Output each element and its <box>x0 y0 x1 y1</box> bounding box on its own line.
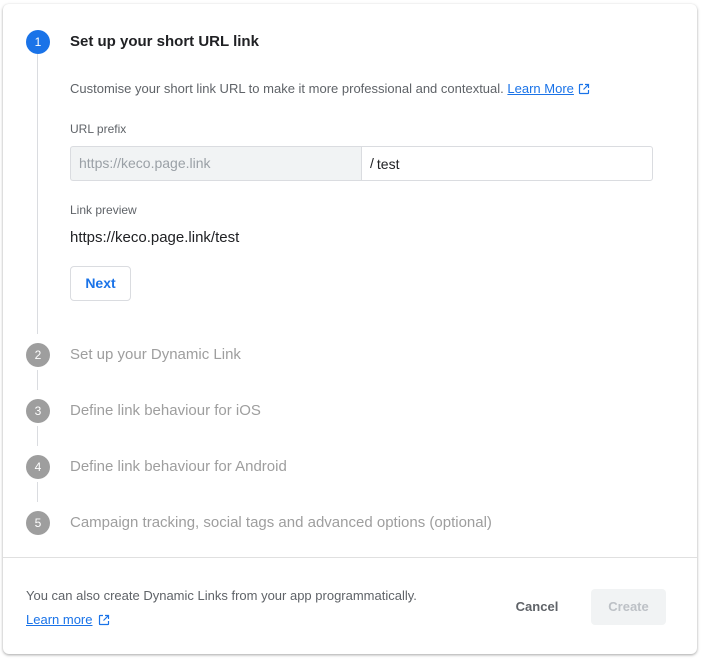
step-4-title[interactable]: Define link behaviour for Android <box>70 458 287 475</box>
link-preview-label: Link preview <box>70 203 137 217</box>
external-link-icon[interactable] <box>98 614 110 626</box>
external-link-icon[interactable] <box>578 83 590 95</box>
footer-learn-more-label[interactable]: Learn more <box>26 612 92 627</box>
url-suffix-input[interactable] <box>376 155 637 172</box>
step-1-description: Customise your short link URL to make it… <box>70 81 590 96</box>
cancel-button[interactable]: Cancel <box>501 596 573 618</box>
step-5-indicator: 5 <box>26 511 50 535</box>
step-4-indicator: 4 <box>26 455 50 479</box>
create-dynamic-link-dialog: 1 Set up your short URL link Customise y… <box>3 4 697 654</box>
footer-divider <box>3 557 697 558</box>
step-2-title[interactable]: Set up your Dynamic Link <box>70 346 241 363</box>
step-5-title[interactable]: Campaign tracking, social tags and advan… <box>70 514 492 531</box>
step-connector <box>37 370 38 390</box>
url-prefix-field: https://keco.page.link <box>70 146 362 181</box>
step-1-title[interactable]: Set up your short URL link <box>70 33 259 50</box>
create-button[interactable]: Create <box>591 589 666 625</box>
step-2-indicator: 2 <box>26 343 50 367</box>
description-text: Customise your short link URL to make it… <box>70 81 504 96</box>
step-connector <box>37 54 38 334</box>
learn-more-link[interactable]: Learn More <box>507 81 573 96</box>
step-3-indicator: 3 <box>26 399 50 423</box>
step-connector <box>37 426 38 446</box>
url-separator: / <box>370 155 374 171</box>
link-preview-value: https://keco.page.link/test <box>70 229 240 246</box>
step-3-title[interactable]: Define link behaviour for iOS <box>70 402 261 419</box>
step-connector <box>37 482 38 502</box>
next-button[interactable]: Next <box>70 266 131 301</box>
url-prefix-label: URL prefix <box>70 122 127 136</box>
url-suffix-field[interactable]: / <box>361 146 653 181</box>
footer-learn-more[interactable]: Learn more <box>26 612 110 627</box>
step-1-indicator: 1 <box>26 30 50 54</box>
footer-info-text: You can also create Dynamic Links from y… <box>26 588 417 603</box>
